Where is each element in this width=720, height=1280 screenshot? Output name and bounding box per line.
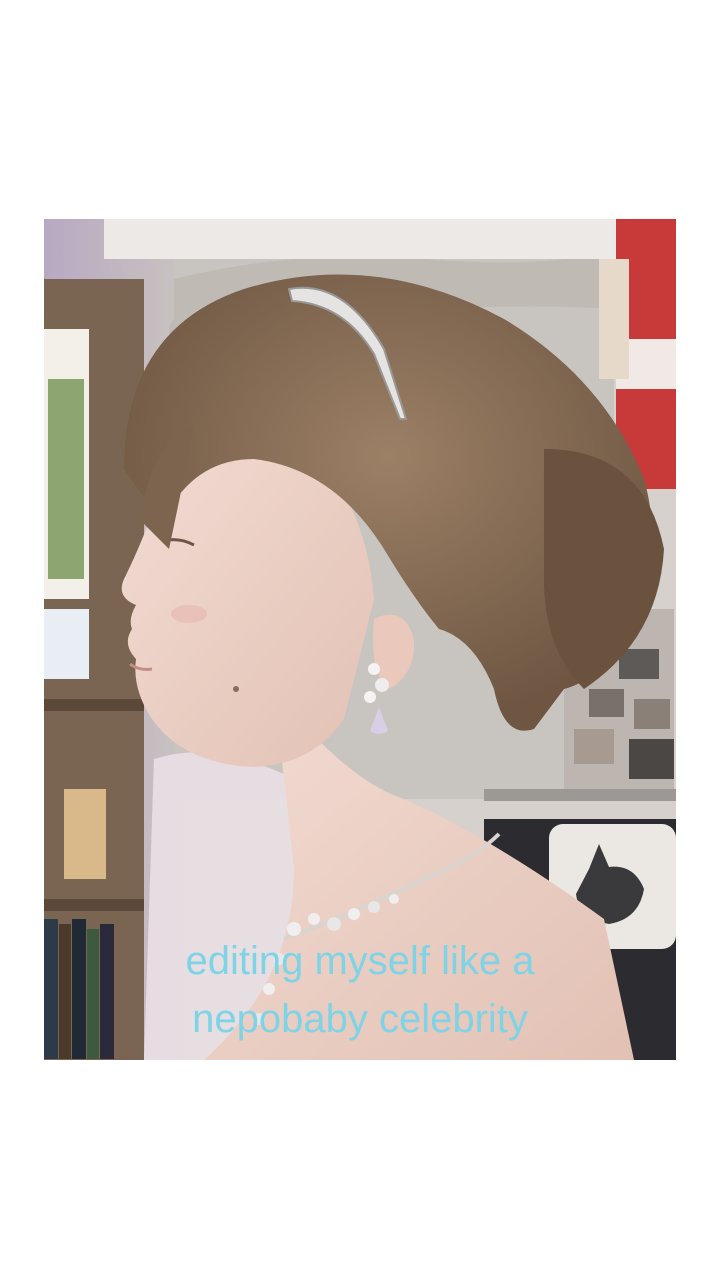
ceiling <box>104 219 624 259</box>
caption-line-2: nepobaby celebrity <box>192 997 528 1041</box>
caption-line-1: editing myself like a <box>185 939 535 983</box>
caption-overlay: editing myself like a nepobaby celebrity <box>100 932 620 1048</box>
